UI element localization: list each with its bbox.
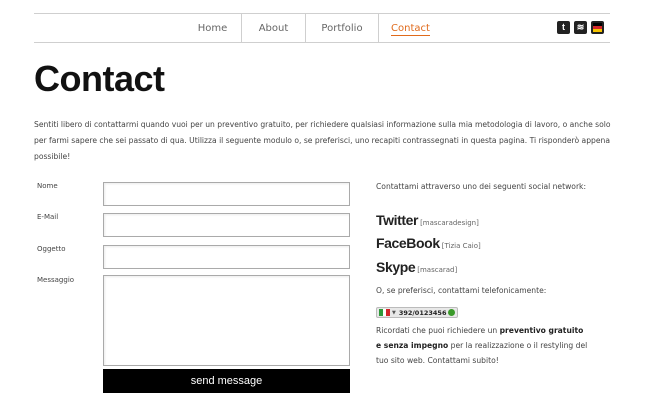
social-intro-text: Contattami attraverso uno dei seguenti s…: [376, 182, 587, 191]
phone-intro-text: O, se preferisci, contattami telefonicam…: [376, 286, 547, 295]
intro-text: Sentiti libero di contattarmi quando vuo…: [34, 120, 611, 161]
facebook-handle: [Tizia Caio]: [441, 242, 481, 250]
call-icon[interactable]: [448, 309, 456, 316]
subject-label: Oggetto: [37, 245, 66, 253]
nav-home-label: Home: [197, 23, 228, 34]
nav-about-label: About: [258, 23, 289, 34]
twitter-link[interactable]: Twitter: [376, 212, 418, 228]
twitter-row: Twitter [mascaradesign]: [376, 212, 479, 228]
flag-icon[interactable]: [591, 21, 604, 34]
nav-contact-label: Contact: [391, 23, 430, 36]
nav-portfolio[interactable]: Portfolio: [306, 14, 379, 42]
italy-flag-icon: [379, 309, 391, 316]
name-input[interactable]: [103, 182, 350, 206]
phone-widget[interactable]: ▼ 392/0123456: [376, 307, 459, 318]
twitter-handle: [mascaradesign]: [420, 219, 479, 227]
top-navigation: Home About Portfolio Contact: [34, 13, 610, 43]
social-links: t ≋: [557, 21, 604, 35]
page-title: Contact: [34, 58, 165, 99]
name-label: Nome: [37, 182, 58, 190]
facebook-row: FaceBook [Tizia Caio]: [376, 235, 481, 251]
subject-input[interactable]: [103, 245, 350, 269]
nav-portfolio-label: Portfolio: [321, 23, 363, 34]
message-label: Messaggio: [37, 276, 75, 284]
twitter-icon[interactable]: t: [557, 21, 570, 34]
closing-text: Ricordati che puoi richiedere un prevent…: [376, 323, 591, 368]
closing-text-start: Ricordati che puoi richiedere un: [376, 326, 500, 335]
nav-contact[interactable]: Contact: [379, 14, 442, 42]
email-label: E-Mail: [37, 213, 59, 221]
skype-link[interactable]: Skype: [376, 259, 416, 275]
skype-handle: [mascarad]: [417, 266, 458, 274]
facebook-link[interactable]: FaceBook: [376, 235, 440, 251]
skype-row: Skype [mascarad]: [376, 259, 457, 275]
nav-home[interactable]: Home: [184, 14, 242, 42]
message-textarea[interactable]: [103, 275, 350, 366]
send-message-button[interactable]: send message: [103, 369, 350, 393]
nav-about[interactable]: About: [242, 14, 306, 42]
chevron-down-icon[interactable]: ▼: [392, 310, 396, 316]
italy-flag-stripe-red: [386, 309, 391, 316]
phone-number: 392/0123456: [398, 308, 447, 317]
flag-icon-stripe-gold: [593, 29, 602, 32]
rss-icon[interactable]: ≋: [574, 21, 587, 34]
email-input[interactable]: [103, 213, 350, 237]
